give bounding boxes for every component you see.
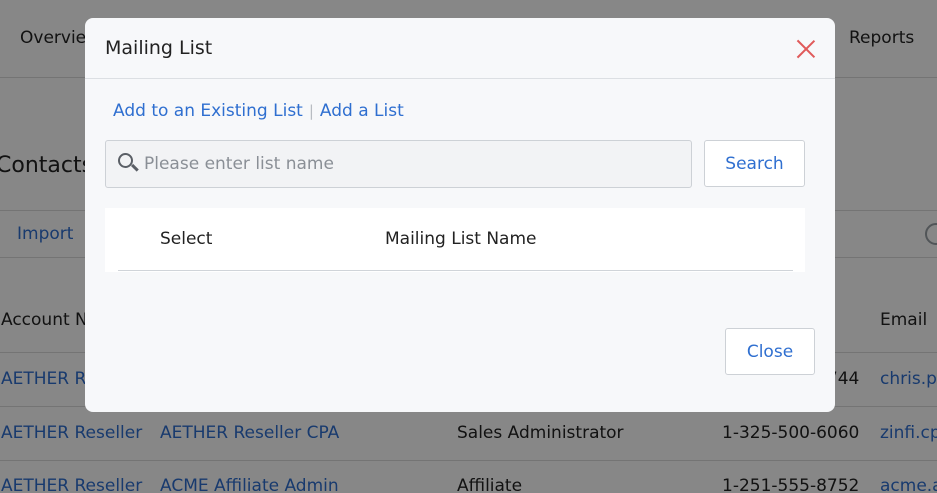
- mailing-list-tabs: Add to an Existing List | Add a List: [113, 99, 404, 123]
- mailing-list-table: Select Mailing List Name: [105, 208, 805, 272]
- tab-separator: |: [308, 102, 314, 120]
- tab-add-a-list[interactable]: Add a List: [320, 101, 404, 121]
- search-box: [105, 140, 692, 188]
- column-header-mailing-list-name[interactable]: Mailing List Name: [385, 229, 537, 249]
- modal-title: Mailing List: [105, 37, 213, 59]
- close-button[interactable]: Close: [725, 328, 815, 375]
- column-header-select: Select: [160, 229, 213, 249]
- modal-header: Mailing List: [85, 18, 835, 79]
- search-icon: [118, 153, 139, 175]
- list-name-search-input[interactable]: [144, 141, 684, 187]
- tab-add-to-existing-list[interactable]: Add to an Existing List: [113, 101, 303, 121]
- mailing-list-modal: Mailing List Add to an Existing List | A…: [85, 18, 835, 412]
- close-icon[interactable]: [795, 38, 817, 60]
- table-divider: [118, 270, 793, 271]
- search-button[interactable]: Search: [704, 140, 805, 187]
